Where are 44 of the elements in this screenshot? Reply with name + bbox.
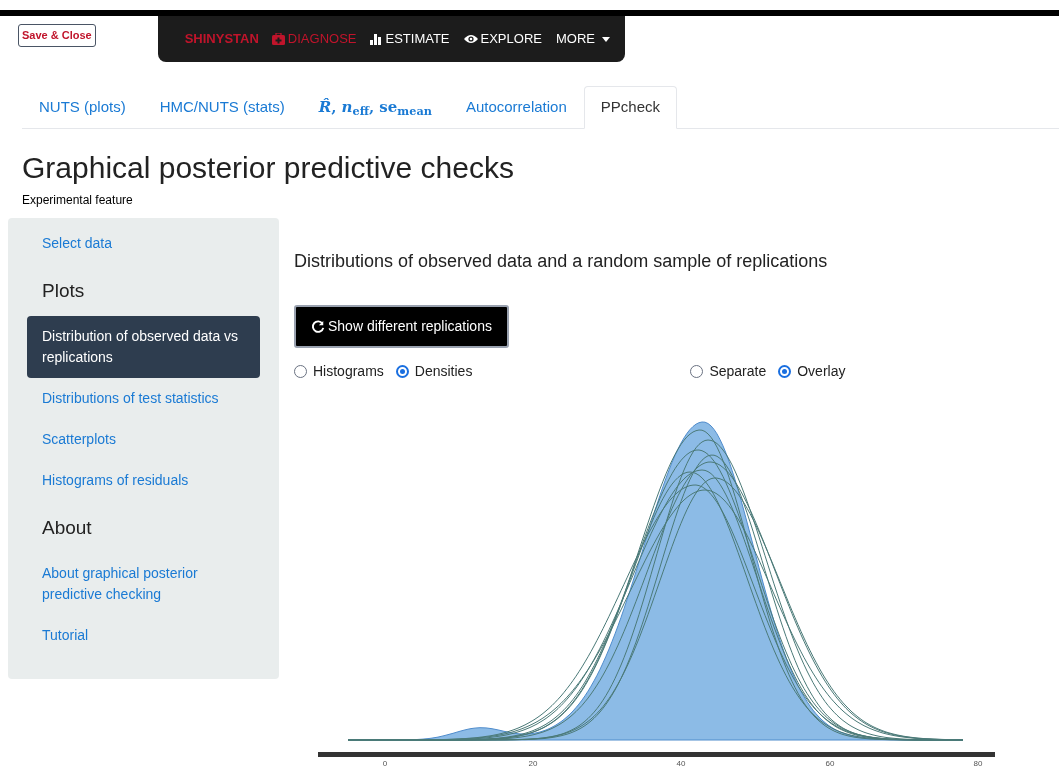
sidebar-link[interactable]: Tutorial bbox=[27, 615, 260, 656]
medkit-icon bbox=[271, 33, 285, 45]
sidebar-link[interactable]: Scatterplots bbox=[27, 419, 260, 460]
radio-label: Densities bbox=[414, 362, 473, 381]
tab[interactable]: NUTS (plots) bbox=[22, 86, 143, 129]
refresh-icon bbox=[311, 319, 325, 334]
sidebar-link[interactable]: Histograms of residuals bbox=[27, 460, 260, 501]
axis-tick-label: 40 bbox=[676, 759, 686, 766]
axis-tick-label: 0 bbox=[382, 759, 388, 766]
radio-label: Overlay bbox=[797, 362, 846, 381]
axis-tick-label: 60 bbox=[825, 759, 835, 766]
show-replications-button[interactable]: Show different replications bbox=[294, 305, 509, 348]
nav-link[interactable]: ESTIMATE bbox=[370, 29, 450, 49]
tab[interactable]: R̂, n$_{eff}$, se$_{mean}$ bbox=[301, 86, 449, 129]
eye-icon bbox=[463, 34, 478, 44]
page-title: Graphical posterior predictive checks bbox=[22, 150, 515, 186]
radio-button[interactable] bbox=[778, 365, 792, 378]
sidebar-link[interactable]: Select data bbox=[27, 223, 260, 264]
sidebar-link[interactable]: Distribution of observed data vs replications bbox=[27, 316, 260, 378]
nav-link-label: MORE bbox=[555, 30, 595, 49]
nav-link[interactable]: MORE bbox=[555, 29, 610, 49]
section-heading: Distributions of observed data and a random sample of replications bbox=[294, 250, 829, 273]
sidebar-heading: About bbox=[41, 516, 93, 540]
radio-button[interactable] bbox=[395, 365, 409, 378]
brand-title[interactable]: SHINYSTAN bbox=[184, 29, 259, 49]
nav-link-label: ESTIMATE bbox=[385, 30, 450, 49]
axis-tick-label: 20 bbox=[528, 759, 538, 766]
tab[interactable]: HMC/NUTS (stats) bbox=[142, 86, 302, 129]
radio-label: Histograms bbox=[313, 362, 384, 381]
nav-link-label: DIAGNOSE bbox=[287, 30, 357, 49]
subtitle: Experimental feature bbox=[22, 192, 134, 209]
tab[interactable]: PPcheck bbox=[583, 86, 677, 129]
tab[interactable]: Autocorrelation bbox=[448, 86, 584, 129]
nav-link[interactable]: EXPLORE bbox=[463, 29, 542, 49]
save-close-button[interactable]: Save & Close bbox=[18, 24, 96, 47]
nav-link[interactable]: DIAGNOSE bbox=[271, 29, 357, 49]
axis-tick-label: 80 bbox=[973, 759, 983, 766]
nav-link-label: EXPLORE bbox=[480, 30, 542, 49]
sidebar-link[interactable]: About graphical posterior predictive checking bbox=[27, 553, 260, 615]
sidebar-link[interactable]: Distributions of test statistics bbox=[27, 378, 260, 419]
bar-chart-icon bbox=[370, 33, 383, 45]
caret-icon bbox=[601, 36, 610, 42]
sidebar-heading: Plots bbox=[41, 279, 86, 303]
radio-label: Separate bbox=[709, 362, 767, 381]
